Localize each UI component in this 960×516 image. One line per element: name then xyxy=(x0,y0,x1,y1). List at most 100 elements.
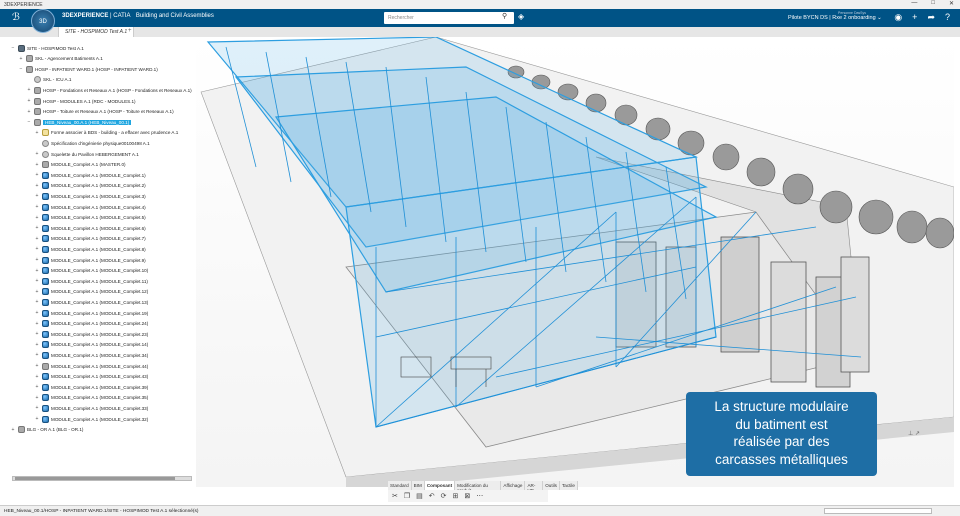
copy-icon[interactable]: ❐ xyxy=(404,492,410,500)
compass-icon[interactable]: 3D xyxy=(31,9,55,33)
tree-item[interactable]: + MODULE_Complet A.1 (MASTER.0) xyxy=(34,160,126,170)
tree-item[interactable]: + SKL - Agencement Batiments A.1 xyxy=(18,54,103,64)
maximize-icon[interactable]: □ xyxy=(931,0,935,7)
avatar[interactable]: ◉ xyxy=(894,12,902,23)
collapse-toggle-icon[interactable]: − xyxy=(26,119,32,125)
minimize-icon[interactable]: — xyxy=(911,0,917,7)
expand-toggle-icon[interactable]: + xyxy=(34,374,40,380)
tree-item-label[interactable]: MODULE_Complet A.1 (MODULE_Complet.44) xyxy=(51,364,148,369)
expand-toggle-icon[interactable]: + xyxy=(34,416,40,422)
tree-item-label[interactable]: MODULE_Complet A.1 (MODULE_Complet.9) xyxy=(51,258,146,263)
chevron-down-icon[interactable]: ⌄ xyxy=(877,15,882,21)
tree-item[interactable]: − HEB_Niveau_00.A.1 (HEB_Niveau_00.1) xyxy=(26,117,132,127)
tree-item-label[interactable]: MODULE_Complet A.1 (MODULE_Complet.2) xyxy=(51,183,146,188)
action-tab[interactable]: AR-VR xyxy=(525,481,544,493)
search-icon[interactable]: ⚲ xyxy=(502,12,507,20)
collapse-toggle-icon[interactable]: − xyxy=(18,66,24,72)
expand-toggle-icon[interactable]: + xyxy=(34,395,40,401)
expand-toggle-icon[interactable]: + xyxy=(34,151,40,157)
tree-item-label[interactable]: BLG - OR A.1 (BLG - OR.1) xyxy=(27,427,83,432)
tree-item-label[interactable]: MODULE_Complet A.1 (MODULE_Complet.33) xyxy=(51,406,148,411)
tree-item-label[interactable]: Forme associer à BDS - building - a effa… xyxy=(51,130,178,135)
tree-item-label[interactable]: MODULE_Complet A.1 (MODULE_Complet.39) xyxy=(51,385,148,390)
user-label[interactable]: Pilote BYCN DS | Rxe 2 onboarding xyxy=(788,15,876,21)
tree-item[interactable]: + HOSP - Toiture et Reseaux A.1 (HOSP - T… xyxy=(26,107,174,117)
add-tab-icon[interactable]: + xyxy=(128,28,132,34)
paste-icon[interactable]: ▤ xyxy=(416,492,423,500)
tree-item[interactable]: + MODULE_Complet A.1 (MODULE_Complet.6) xyxy=(34,223,146,233)
tree-item-label[interactable]: MODULE_Complet A.1 (MODULE_Complet.4) xyxy=(51,205,146,210)
tree-item[interactable]: − SITE - HOSPIMOD Test A.1 xyxy=(10,43,84,53)
tree-item-label[interactable]: Spécification d'ingénierie physique00100… xyxy=(51,141,150,146)
tab-site-hospimod[interactable]: SITE - HOSPIMOD Test A.1 xyxy=(58,27,135,37)
power-input-field[interactable] xyxy=(824,508,932,514)
tree-item[interactable]: + BLG - OR A.1 (BLG - OR.1) xyxy=(10,425,83,435)
expand-toggle-icon[interactable]: + xyxy=(34,162,40,168)
tree-item[interactable]: + MODULE_Complet A.1 (MODULE_Complet.11) xyxy=(34,276,148,286)
help-icon[interactable]: ? xyxy=(945,12,950,23)
tree-item[interactable]: + MODULE_Complet A.1 (MODULE_Complet.33) xyxy=(34,403,148,413)
tree-item[interactable]: + MODULE_Complet A.1 (MODULE_Complet.13) xyxy=(34,297,148,307)
tree-item[interactable]: + MODULE_Complet A.1 (MODULE_Complet.34) xyxy=(34,350,148,360)
tree-item[interactable]: + MODULE_Complet A.1 (MODULE_Complet.32) xyxy=(34,414,148,424)
expand-toggle-icon[interactable]: + xyxy=(34,193,40,199)
tree-item[interactable]: + HOSP - MODULES A.1 (RDC - MODULES.1) xyxy=(26,96,136,106)
tree-item-label[interactable]: HOSP - Fondations et Reseaux A.1 (HOSP -… xyxy=(43,88,192,93)
tree-item[interactable]: + MODULE_Complet A.1 (MODULE_Complet.24) xyxy=(34,319,148,329)
action-tab[interactable]: Standard xyxy=(388,481,412,490)
action-tab[interactable]: BIM xyxy=(412,481,425,490)
tree-item-label[interactable]: MODULE_Complet A.1 (MODULE_Complet.34) xyxy=(51,353,148,358)
tree-item[interactable]: + MODULE_Complet A.1 (MODULE_Complet.35) xyxy=(34,393,148,403)
expand-toggle-icon[interactable]: + xyxy=(34,363,40,369)
expand-toggle-icon[interactable]: + xyxy=(34,299,40,305)
tree-item-label[interactable]: HOSP - INPATIENT WARD.1 (HOSP - INPATIEN… xyxy=(35,67,158,72)
tree-item-label[interactable]: MODULE_Complet A.1 (MODULE_Complet.12) xyxy=(51,289,148,294)
expand-toggle-icon[interactable]: + xyxy=(34,204,40,210)
expand-toggle-icon[interactable]: + xyxy=(34,352,40,358)
tree-item-label[interactable]: MODULE_Complet A.1 (MODULE_Complet.11) xyxy=(51,279,148,284)
tree-item[interactable]: + MODULE_Complet A.1 (MODULE_Complet.39) xyxy=(34,382,148,392)
expand-toggle-icon[interactable]: + xyxy=(34,310,40,316)
tree-item-label[interactable]: MODULE_Complet A.1 (MODULE_Complet.19) xyxy=(51,311,148,316)
expand-toggle-icon[interactable]: + xyxy=(34,172,40,178)
expand-toggle-icon[interactable]: + xyxy=(34,342,40,348)
tree-item[interactable]: + MODULE_Complet A.1 (MODULE_Complet.14) xyxy=(34,340,148,350)
tree-item-label[interactable]: MODULE_Complet A.1 (MODULE_Complet.5) xyxy=(51,215,146,220)
tree-item-label[interactable]: HOSP - Toiture et Reseaux A.1 (HOSP - To… xyxy=(43,109,174,114)
tree-item-label[interactable]: MODULE_Complet A.1 (MODULE_Complet.43) xyxy=(51,374,148,379)
expand-toggle-icon[interactable]: + xyxy=(34,331,40,337)
tree-item-label[interactable]: SITE - HOSPIMOD Test A.1 xyxy=(27,46,84,51)
insert-icon[interactable]: ⊞ xyxy=(453,492,459,500)
collapse-toggle-icon[interactable]: − xyxy=(10,45,16,51)
tree-item[interactable]: + HOSP - Fondations et Reseaux A.1 (HOSP … xyxy=(26,85,192,95)
expand-toggle-icon[interactable]: + xyxy=(34,130,40,136)
expand-toggle-icon[interactable]: + xyxy=(26,109,32,115)
axis-compass-icon[interactable]: ⊥ ↗ xyxy=(908,430,920,437)
tree-item[interactable]: + Forme associer à BDS - building - a eff… xyxy=(34,128,178,138)
expand-toggle-icon[interactable]: + xyxy=(34,268,40,274)
tree-item[interactable]: SKL - ICU A.1 xyxy=(26,75,71,85)
expand-toggle-icon[interactable]: + xyxy=(26,98,32,104)
action-tab[interactable]: Affichage xyxy=(501,481,526,490)
tree-item[interactable]: + MODULE_Complet A.1 (MODULE_Complet.7) xyxy=(34,234,146,244)
tree-item[interactable]: Spécification d'ingénierie physique00100… xyxy=(34,138,150,148)
tree-item-label[interactable]: MODULE_Complet A.1 (MODULE_Complet.1) xyxy=(51,173,146,178)
expand-toggle-icon[interactable]: + xyxy=(34,236,40,242)
tree-item[interactable]: + MODULE_Complet A.1 (MODULE_Complet.10) xyxy=(34,266,148,276)
ds-logo-icon[interactable]: ℬ xyxy=(12,12,20,23)
tree-item[interactable]: + MODULE_Complet A.1 (MODULE_Complet.3) xyxy=(34,191,146,201)
share-icon[interactable]: ➦ xyxy=(927,12,935,23)
tree-item-label[interactable]: MODULE_Complet A.1 (MASTER.0) xyxy=(51,162,126,167)
tree-item-label[interactable]: SKL - ICU A.1 xyxy=(43,77,71,82)
user-area[interactable]: Personne DasSys Pilote BYCN DS | Rxe 2 o… xyxy=(788,11,882,21)
tree-item[interactable]: + MODULE_Complet A.1 (MODULE_Complet.44) xyxy=(34,361,148,371)
tree-item-label[interactable]: MODULE_Complet A.1 (MODULE_Complet.23) xyxy=(51,332,148,337)
close-icon[interactable]: ✕ xyxy=(949,0,954,7)
expand-toggle-icon[interactable]: + xyxy=(18,56,24,62)
undo-icon[interactable]: ↶ xyxy=(429,492,435,500)
tree-item[interactable]: − HOSP - INPATIENT WARD.1 (HOSP - INPATIE… xyxy=(18,64,158,74)
tree-item[interactable]: + MODULE_Complet A.1 (MODULE_Complet.43) xyxy=(34,372,148,382)
tree-item-label[interactable]: SKL - Agencement Batiments A.1 xyxy=(35,56,103,61)
expand-toggle-icon[interactable]: + xyxy=(34,278,40,284)
expand-toggle-icon[interactable]: + xyxy=(34,384,40,390)
